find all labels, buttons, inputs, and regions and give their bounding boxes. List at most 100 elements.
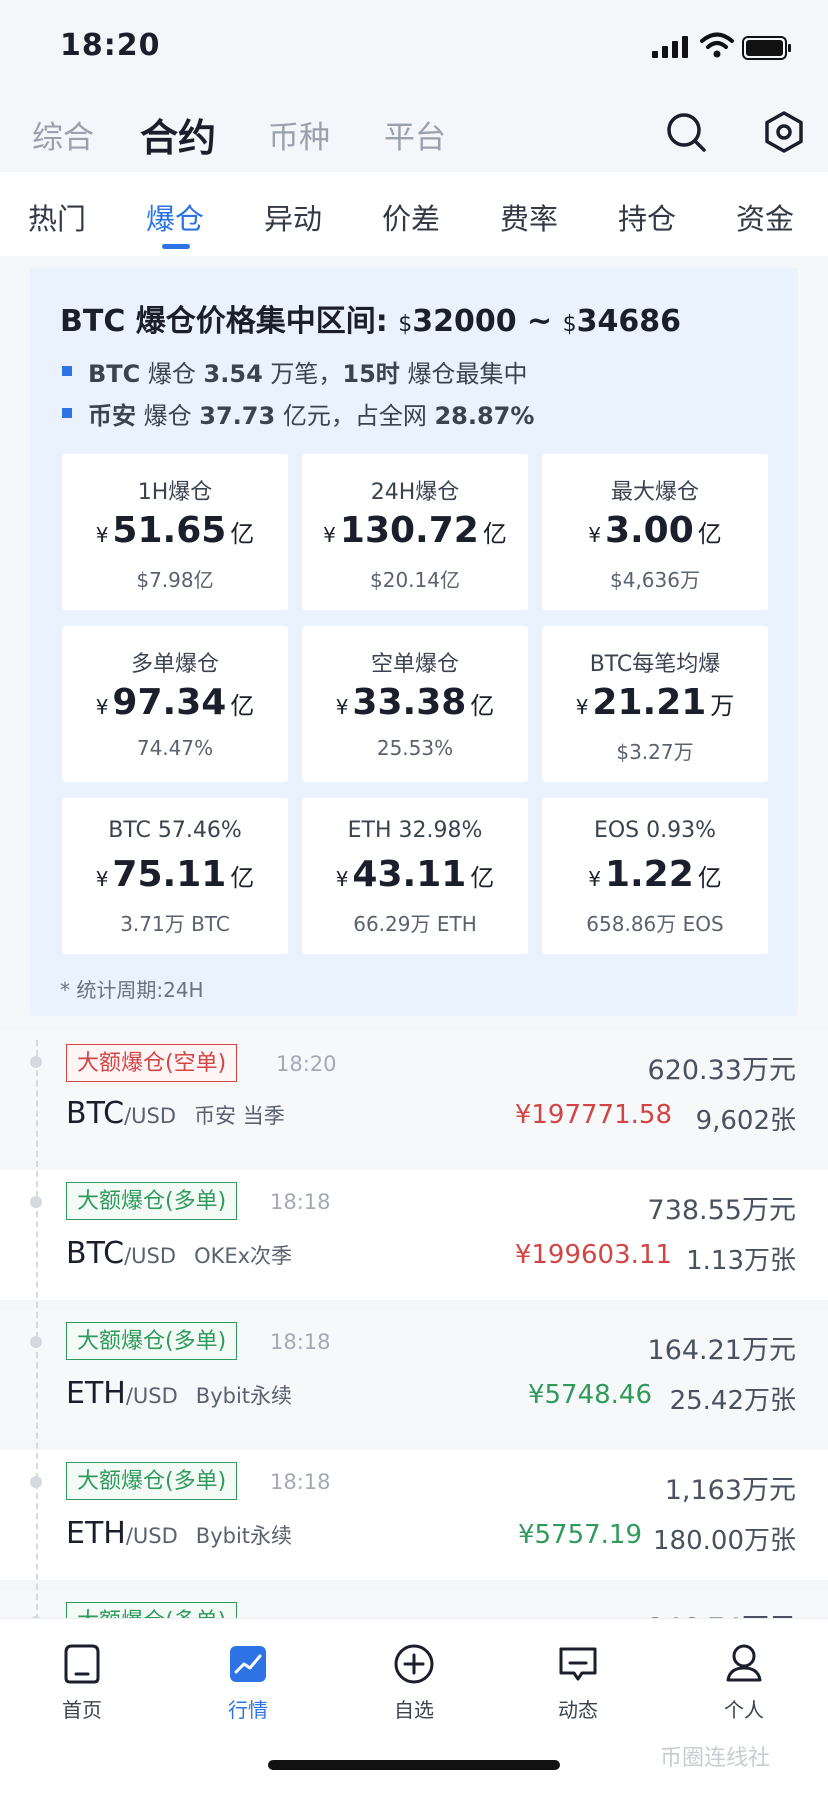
card-unit: 亿	[470, 692, 495, 720]
feed-exchange: Bybit永续	[195, 1384, 293, 1408]
status-time: 18:20	[60, 28, 161, 63]
stat-card-btc-avg[interactable]: BTC每笔均爆 ¥21.21 万 $3.27万	[542, 626, 768, 782]
stat-card-eos-share[interactable]: EOS 0.93% ¥1.22 亿 658.86万 EOS	[542, 798, 768, 954]
card-sub: 66.29万 ETH	[353, 912, 477, 936]
stat-card-max[interactable]: 最大爆仓 ¥3.00 亿 $4,636万	[542, 454, 768, 610]
feed-contract: ETH/USD Bybit永续	[66, 1376, 292, 1411]
bullet-subject: BTC	[88, 360, 141, 388]
stat-card-1h[interactable]: 1H爆仓 ¥51.65 亿 $7.98亿	[62, 454, 288, 610]
stat-card-btc-share[interactable]: BTC 57.46% ¥75.11 亿 3.71万 BTC	[62, 798, 288, 954]
bottom-nav-label: 动态	[558, 1698, 598, 1722]
card-label: 最大爆仓	[610, 480, 699, 505]
card-value: ¥43.11 亿	[302, 854, 528, 895]
subtab-spread[interactable]: 价差	[382, 196, 440, 238]
card-sub: 3.71万 BTC	[120, 912, 230, 936]
feed-exchange: 币安 当季	[194, 1104, 285, 1128]
watermark: 币圈连线社	[660, 1746, 771, 1771]
card-currency: ¥	[588, 867, 601, 891]
card-number: 130.72	[339, 510, 479, 551]
feed-symbol: BTC	[66, 1236, 125, 1271]
liquidation-tag: 大额爆仓(多单)	[66, 1322, 238, 1360]
home-icon	[64, 1644, 100, 1684]
card-label: 1H爆仓	[137, 480, 213, 505]
card-currency: ¥	[95, 523, 109, 547]
feed-contract: BTC/USD 币安 当季	[66, 1096, 285, 1131]
topnav-item-platform[interactable]: 平台	[384, 112, 446, 157]
bullet-value: 15时	[342, 360, 400, 388]
stat-card-eth-share[interactable]: ETH 32.98% ¥43.11 亿 66.29万 ETH	[302, 798, 528, 954]
stat-card-long[interactable]: 多单爆仓 ¥97.34 亿 74.47%	[62, 626, 288, 782]
feed-pair: /USD	[125, 1384, 178, 1408]
bottom-nav-profile[interactable]: 个人	[684, 1642, 804, 1723]
settings-hexagon-icon[interactable]	[762, 110, 806, 154]
bottom-nav-market[interactable]: 行情	[188, 1642, 308, 1723]
card-unit: 亿	[470, 864, 495, 892]
bullet-value: 37.73	[199, 402, 276, 430]
feed-contract: ETH/USD Bybit永续	[66, 1516, 292, 1551]
price-range-low: 32000	[412, 304, 517, 339]
add-watchlist-icon	[394, 1644, 434, 1684]
bottom-nav-label: 行情	[228, 1698, 268, 1722]
card-label: EOS 0.93%	[593, 818, 717, 843]
card-value: ¥75.11 亿	[62, 854, 288, 895]
card-value: ¥130.72 亿	[302, 510, 528, 551]
card-sub: 658.86万 EOS	[586, 912, 724, 936]
bottom-nav-watchlist[interactable]: 自选	[354, 1642, 474, 1723]
feed-time: 18:18	[270, 1330, 331, 1354]
feed-pair: /USD	[124, 1104, 177, 1128]
search-icon[interactable]	[664, 110, 708, 154]
bottom-nav-label: 个人	[724, 1698, 764, 1722]
feed-contract: BTC/USD OKEx次季	[66, 1236, 292, 1271]
subtab-funding-rate[interactable]: 费率	[500, 196, 558, 238]
card-label: BTC 57.46%	[108, 818, 242, 843]
card-unit: 亿	[482, 520, 507, 548]
card-number: 75.11	[112, 854, 227, 895]
summary-title: BTC 爆仓价格集中区间: $32000 ~ $34686	[60, 296, 681, 340]
liquidation-tag: 大额爆仓(多单)	[66, 1182, 238, 1220]
card-value: ¥97.34 亿	[62, 682, 288, 723]
feed-time: 18:18	[270, 1190, 331, 1214]
card-sub: $3.27万	[616, 740, 694, 764]
bullet-marker	[62, 408, 72, 418]
timeline-dot	[30, 1336, 42, 1348]
card-currency: ¥	[95, 695, 109, 719]
card-value: ¥3.00 亿	[542, 510, 768, 551]
card-unit: 亿	[697, 520, 722, 548]
card-currency: ¥	[588, 523, 601, 547]
card-number: 21.21	[592, 682, 707, 723]
card-number: 3.00	[604, 510, 694, 551]
topnav-item-coin[interactable]: 币种	[268, 112, 330, 157]
feed-exchange: Bybit永续	[195, 1524, 293, 1548]
bottom-nav-home[interactable]: 首页	[22, 1642, 142, 1723]
card-sub: $7.98亿	[136, 568, 214, 592]
price-range-high: 34686	[576, 304, 682, 339]
card-currency: ¥	[575, 695, 589, 719]
stat-card-short[interactable]: 空单爆仓 ¥33.38 亿 25.53%	[302, 626, 528, 782]
card-label: BTC每笔均爆	[589, 652, 721, 677]
subtab-open-interest[interactable]: 持仓	[618, 196, 676, 238]
card-label: 空单爆仓	[370, 652, 459, 677]
range-separator: ~	[516, 304, 563, 339]
feed-amount: 620.33万元	[647, 1055, 796, 1086]
bullet-text: 万笔，	[262, 360, 343, 388]
wifi-icon	[700, 32, 734, 58]
low-currency: $	[398, 312, 413, 337]
topnav-item-contract[interactable]: 合约	[140, 107, 216, 162]
card-unit: 亿	[230, 520, 255, 548]
card-number: 97.34	[112, 682, 227, 723]
card-label: 24H爆仓	[370, 480, 460, 505]
bullet-text: 爆仓	[140, 360, 204, 388]
liquidation-tag: 大额爆仓(多单)	[66, 1462, 238, 1500]
feed-quantity: 25.42万张	[669, 1386, 796, 1416]
topnav-item-comprehensive[interactable]: 综合	[32, 112, 94, 157]
card-label: ETH 32.98%	[347, 818, 483, 843]
card-sub: $20.14亿	[370, 568, 460, 592]
subtab-liquidation[interactable]: 爆仓	[146, 196, 204, 238]
card-number: 33.38	[352, 682, 467, 723]
bottom-nav-feed[interactable]: 动态	[518, 1642, 638, 1723]
subtab-capital[interactable]: 资金	[736, 196, 794, 238]
subtab-anomaly[interactable]: 异动	[264, 196, 322, 238]
card-sub: 25.53%	[376, 736, 454, 760]
subtab-hot[interactable]: 热门	[28, 196, 86, 238]
stat-card-24h[interactable]: 24H爆仓 ¥130.72 亿 $20.14亿	[302, 454, 528, 610]
